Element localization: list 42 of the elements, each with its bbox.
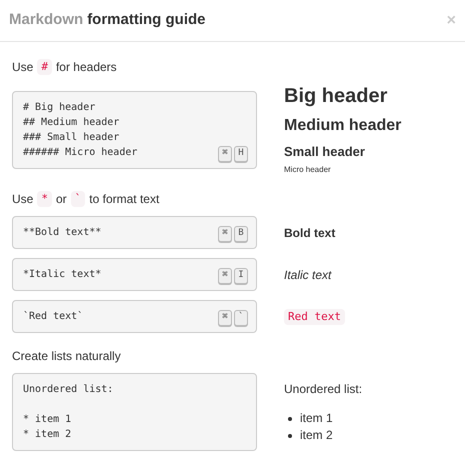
keyboard-key: I [234,268,248,284]
keyboard-key: B [234,226,248,242]
dialog-title: formatting guide [87,10,206,30]
dialog-title-prefix: Markdown [9,10,84,30]
inline-code: # [37,58,52,76]
inline-code-text: Red text [284,308,345,324]
code-line: ###### Micro header [23,146,138,160]
code-line: * item 2 [23,428,72,442]
big-header: Big header [284,84,388,108]
inline-code: * [37,190,52,208]
section-heading: Use [12,59,34,76]
code-line: Unordered list: [23,383,114,397]
bullet-icon [288,416,292,420]
section-heading: or [56,191,67,208]
italic-text: Italic text [284,266,333,284]
section-heading: Use [12,191,34,208]
code-line: ### Small header [23,131,120,145]
code-line: * item 1 [23,413,72,427]
section-heading: to format text [89,191,160,208]
keyboard-key: ⌘ [218,310,232,326]
list-item: item 1 [300,410,333,427]
code-line: `Red text` [23,310,84,324]
small-header: Small header [284,144,366,160]
keyboard-key: ⌘ [218,268,232,284]
micro-header: Micro header [284,164,332,176]
keyboard-key: ⌘ [218,146,232,162]
bullet-icon [288,434,292,438]
list-title: Unordered list: [284,381,364,398]
close-button[interactable]: × [446,12,456,28]
code-line: **Bold text** [23,226,102,240]
medium-header: Medium header [284,116,402,136]
code-line: ## Medium header [23,116,120,130]
bold-text: Bold text [284,224,336,242]
section-heading: for headers [56,59,117,76]
section-heading: Create lists naturally [12,348,121,365]
keyboard-key: ` [234,310,248,326]
code-line: *Italic text* [23,268,102,282]
keyboard-key: H [234,146,248,162]
code-line: # Big header [23,101,96,115]
list-item: item 2 [300,427,333,444]
inline-code: ` [70,190,86,208]
keyboard-key: ⌘ [218,226,232,242]
